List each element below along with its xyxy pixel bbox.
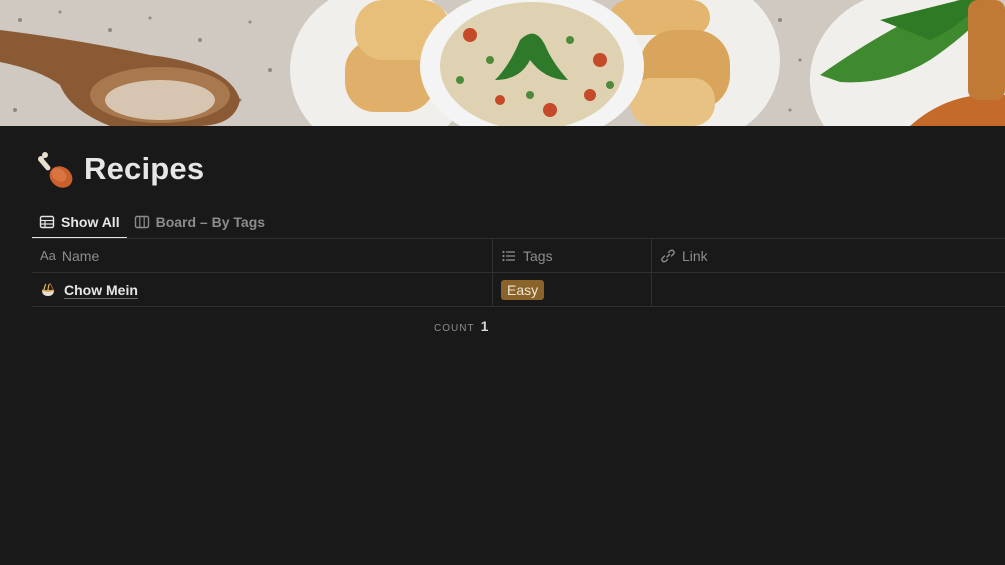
count-label: COUNT — [434, 323, 475, 334]
link-icon — [661, 249, 675, 262]
tab-label: Board – By Tags — [155, 213, 266, 230]
column-header-name[interactable]: Aa Name — [32, 239, 493, 272]
column-label: Link — [682, 247, 708, 264]
table-header-row: Aa Name Tags Link — [32, 238, 1005, 272]
column-label: Tags — [523, 247, 553, 264]
view-tabs: Show All Board – By Tags — [32, 205, 272, 239]
poultry-leg-icon[interactable] — [36, 150, 76, 190]
link-cell[interactable] — [652, 273, 1005, 306]
table-icon — [39, 215, 55, 228]
column-label: Name — [61, 247, 100, 264]
column-header-tags[interactable]: Tags — [493, 239, 652, 272]
tab-board-by-tags[interactable]: Board – By Tags — [127, 205, 272, 238]
tag-badge[interactable]: Easy — [501, 279, 545, 300]
tags-cell[interactable]: Easy — [493, 273, 652, 306]
name-cell[interactable]: Chow Mein — [32, 273, 493, 306]
board-icon — [134, 215, 149, 228]
tab-show-all[interactable]: Show All — [32, 205, 127, 239]
recipe-name-link[interactable]: Chow Mein — [64, 282, 138, 298]
noodle-bowl-icon — [42, 282, 54, 296]
table-row[interactable]: Chow Mein Easy — [32, 272, 1005, 307]
column-header-link[interactable]: Link — [652, 239, 1005, 272]
recipes-table: Aa Name Tags Link Chow Mein Easy — [32, 238, 1005, 307]
tab-label: Show All — [61, 213, 120, 230]
cover-image — [0, 0, 1005, 126]
count-value: 1 — [480, 318, 489, 334]
text-type-marker: Aa — [40, 248, 56, 263]
page-title[interactable]: Recipes — [84, 151, 204, 187]
list-icon — [502, 250, 515, 261]
count-footer[interactable]: COUNT 1 — [434, 318, 488, 334]
